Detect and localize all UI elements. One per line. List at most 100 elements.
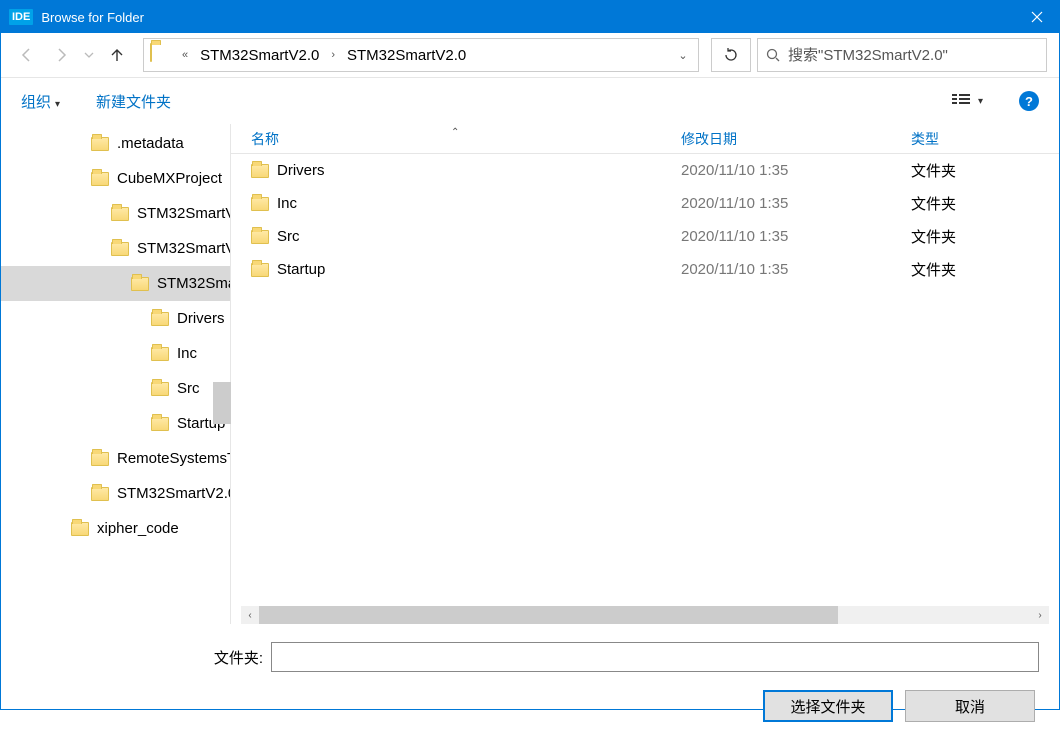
- search-input[interactable]: [788, 47, 1038, 64]
- arrow-left-icon: [19, 47, 35, 63]
- app-badge: IDE: [9, 9, 33, 25]
- content-area: .metadata CubeMXProject STM32SmartV2.0 STM3…: [1, 124, 1059, 624]
- file-row-0[interactable]: Drivers2020/11/10 1:35文件夹: [231, 154, 1059, 187]
- file-row-1[interactable]: Inc 2020/11/10 1:35文件夹: [231, 187, 1059, 220]
- tree-item-1[interactable]: CubeMXProject: [1, 161, 230, 196]
- help-button[interactable]: ?: [1019, 91, 1039, 111]
- tree-item-7[interactable]: Src: [1, 371, 230, 406]
- folder-icon: [151, 347, 169, 361]
- up-button[interactable]: [103, 41, 131, 69]
- forward-button[interactable]: [47, 41, 75, 69]
- refresh-button[interactable]: [711, 38, 751, 72]
- titlebar: IDE Browse for Folder: [1, 1, 1059, 33]
- file-type: 文件夹: [911, 259, 1059, 280]
- arrow-up-icon: [109, 47, 125, 63]
- scroll-track[interactable]: [259, 606, 1031, 624]
- tree-item-label: Src: [177, 380, 200, 397]
- tree-item-8[interactable]: Startup: [1, 406, 230, 441]
- folder-icon: [151, 312, 169, 326]
- tree-scrollbar-thumb[interactable]: [213, 382, 231, 424]
- sort-indicator-icon: ⌃: [451, 127, 459, 138]
- folder-icon: [91, 172, 109, 186]
- tree-item-6[interactable]: Inc: [1, 336, 230, 371]
- recent-dropdown[interactable]: [81, 41, 97, 69]
- column-headers: 名称⌃ 修改日期 类型: [231, 124, 1059, 154]
- folder-input[interactable]: [271, 642, 1039, 672]
- tree-item-2[interactable]: STM32SmartV2.0: [1, 196, 230, 231]
- scroll-left-icon[interactable]: ‹: [241, 606, 259, 624]
- file-date: 2020/11/10 1:35: [681, 228, 911, 245]
- folder-icon: [251, 197, 269, 211]
- chevron-down-icon: ▾: [978, 96, 983, 107]
- tree-item-11[interactable]: xipher_code: [1, 511, 230, 546]
- search-box[interactable]: [757, 38, 1047, 72]
- tree-item-label: STM32SmartV2.0: [117, 485, 230, 502]
- folder-icon: [111, 242, 129, 256]
- tree-item-5[interactable]: Drivers: [1, 301, 230, 336]
- file-type: 文件夹: [911, 193, 1059, 214]
- column-date[interactable]: 修改日期: [681, 129, 911, 149]
- file-name: Inc: [277, 195, 297, 212]
- tree-item-label: STM32SmartV2.0: [157, 275, 230, 292]
- folder-icon: [111, 207, 129, 221]
- window-title: Browse for Folder: [41, 10, 1014, 25]
- folder-icon: [251, 230, 269, 244]
- folder-icon: [131, 277, 149, 291]
- chevron-right-icon: ›: [325, 49, 341, 61]
- file-date: 2020/11/10 1:35: [681, 195, 911, 212]
- file-date: 2020/11/10 1:35: [681, 162, 911, 179]
- chevron-down-icon: [84, 50, 94, 60]
- tree-item-9[interactable]: RemoteSystemsTempFiles: [1, 441, 230, 476]
- scroll-right-icon[interactable]: ›: [1031, 606, 1049, 624]
- file-row-3[interactable]: Startup 2020/11/10 1:35文件夹: [231, 253, 1059, 286]
- folder-icon: [251, 263, 269, 277]
- cancel-button[interactable]: 取消: [905, 690, 1035, 722]
- file-list-pane: 名称⌃ 修改日期 类型 Drivers2020/11/10 1:35文件夹Inc…: [231, 124, 1059, 624]
- toolbar: 组织▾ 新建文件夹 ▾ ?: [1, 78, 1059, 124]
- file-date: 2020/11/10 1:35: [681, 261, 911, 278]
- view-list-icon: [952, 94, 970, 108]
- tree-item-10[interactable]: STM32SmartV2.0: [1, 476, 230, 511]
- breadcrumb-item-1[interactable]: STM32SmartV2.0: [341, 47, 472, 64]
- tree-item-label: RemoteSystemsTempFiles: [117, 450, 230, 467]
- close-button[interactable]: [1014, 1, 1059, 33]
- folder-icon: [151, 382, 169, 396]
- file-type: 文件夹: [911, 226, 1059, 247]
- folder-icon: [251, 164, 269, 178]
- breadcrumb[interactable]: « STM32SmartV2.0 › STM32SmartV2.0 ⌄: [143, 38, 699, 72]
- new-folder-button[interactable]: 新建文件夹: [96, 91, 171, 112]
- folder-tree: .metadata CubeMXProject STM32SmartV2.0 STM3…: [1, 124, 231, 624]
- arrow-right-icon: [53, 47, 69, 63]
- file-row-2[interactable]: Src 2020/11/10 1:35文件夹: [231, 220, 1059, 253]
- column-name[interactable]: 名称⌃: [251, 129, 681, 149]
- tree-item-label: Inc: [177, 345, 197, 362]
- file-name: Src: [277, 228, 300, 245]
- file-name: Startup: [277, 261, 325, 278]
- breadcrumb-item-0[interactable]: STM32SmartV2.0: [194, 47, 325, 64]
- search-icon: [766, 48, 780, 62]
- select-folder-button[interactable]: 选择文件夹: [763, 690, 893, 722]
- file-name: Drivers: [277, 162, 325, 179]
- scroll-thumb[interactable]: [259, 606, 838, 624]
- close-icon: [1031, 11, 1043, 23]
- view-mode-button[interactable]: ▾: [952, 94, 983, 108]
- organize-button[interactable]: 组织▾: [21, 91, 60, 112]
- column-type[interactable]: 类型: [911, 129, 1059, 149]
- breadcrumb-prefix: «: [176, 49, 194, 61]
- tree-item-0[interactable]: .metadata: [1, 126, 230, 161]
- tree-item-label: Drivers: [177, 310, 225, 327]
- file-hscrollbar[interactable]: ‹ ›: [241, 606, 1049, 624]
- tree-item-label: .metadata: [117, 135, 184, 152]
- refresh-icon: [723, 47, 739, 63]
- breadcrumb-dropdown[interactable]: ⌄: [668, 49, 698, 62]
- tree-item-label: xipher_code: [97, 520, 179, 537]
- footer: 文件夹: 选择文件夹 取消: [1, 624, 1059, 742]
- tree-item-label: STM32SmartV2.0: [137, 205, 230, 222]
- back-button[interactable]: [13, 41, 41, 69]
- folder-icon: [91, 452, 109, 466]
- chevron-down-icon: ▾: [55, 99, 60, 110]
- tree-item-3[interactable]: STM32SmartV2.0: [1, 231, 230, 266]
- tree-item-label: STM32SmartV2.0: [137, 240, 230, 257]
- tree-item-4[interactable]: STM32SmartV2.0: [1, 266, 230, 301]
- folder-icon: [91, 137, 109, 151]
